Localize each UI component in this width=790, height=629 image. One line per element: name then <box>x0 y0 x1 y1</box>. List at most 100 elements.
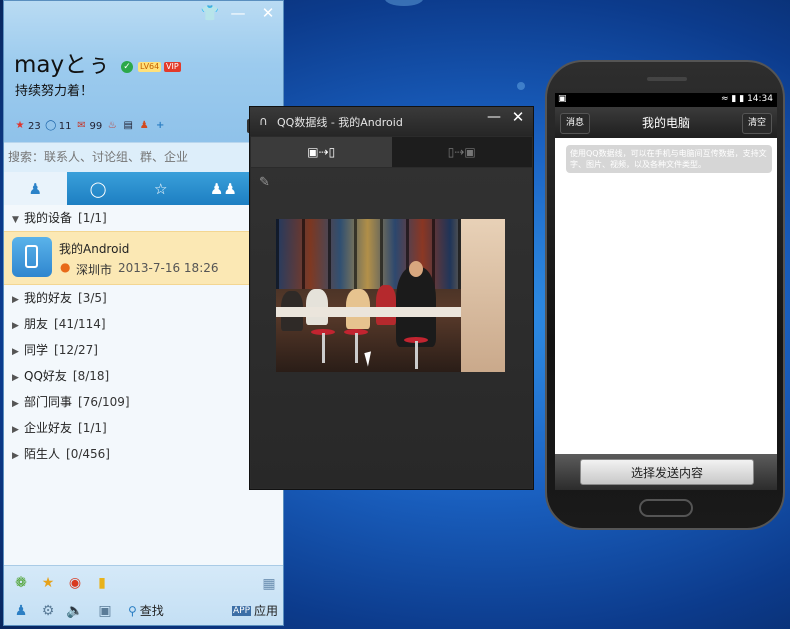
wifi-icon: ≈ <box>720 94 729 104</box>
phone-screen: ▣ ≈ ▮ ▮ 14:34 消息 我的电脑 清空 使用QQ数据线，可以在手机与电… <box>555 93 777 490</box>
dataline-window: ∩ QQ数据线 - 我的Android — ✕ ▣⇢▯ ▯⇢▣ ✎ <box>249 106 534 490</box>
message-manager-icon[interactable]: ▣ <box>96 602 114 620</box>
pc-to-phone-icon: ▣⇢▯ <box>307 145 336 159</box>
vip-badge[interactable]: VIP <box>164 62 181 72</box>
minimize-button[interactable]: — <box>224 3 252 23</box>
phone-to-pc-icon: ▯⇢▣ <box>447 145 476 159</box>
tab-contacts[interactable]: ♟ <box>4 172 67 205</box>
phone-bottom-bar: 选择发送内容 <box>555 454 777 490</box>
group-colleagues[interactable]: ▶ 部门同事 [76/109] <box>4 389 283 415</box>
device-time: 2013-7-16 18:26 <box>118 261 219 275</box>
phone-clear-button[interactable]: 清空 <box>741 113 772 134</box>
group-name: 我的好友 <box>24 291 73 305</box>
star-favorite-icon[interactable]: ★ <box>39 574 57 592</box>
group-qq-friends[interactable]: ▶ QQ好友 [8/18] <box>4 363 283 389</box>
signature[interactable]: 持续努力着！ <box>15 80 93 99</box>
chevron-right-icon: ▶ <box>12 399 19 409</box>
phone-info-message: 使用QQ数据线，可以在手机与电脑间互传数据，支持文字、图片、视频，以及各种文件类… <box>566 145 772 173</box>
group-my-devices[interactable]: ▼ 我的设备 [1/1] <box>4 205 283 231</box>
main-tabs: ♟ ◯ ☆ ♟♟ ● <box>4 172 283 205</box>
group-name: 陌生人 <box>24 447 61 461</box>
main-menu-icon[interactable]: ♟ <box>12 602 30 620</box>
minimize-button[interactable]: — <box>484 109 504 125</box>
choose-send-content-button[interactable]: 选择发送内容 <box>580 459 754 485</box>
close-button[interactable]: ✕ <box>508 108 528 126</box>
transferred-photo[interactable] <box>276 219 505 372</box>
chevron-right-icon: ▶ <box>12 373 19 383</box>
phone-speaker <box>647 77 687 81</box>
chevron-right-icon: ▶ <box>12 321 19 331</box>
group-name: QQ好友 <box>24 369 67 383</box>
battery-icon: ▮ <box>739 94 745 104</box>
group-name: 我的设备 <box>24 211 73 225</box>
group-name: 企业好友 <box>24 421 73 435</box>
find-label: 查找 <box>139 604 164 618</box>
group-my-friends[interactable]: ▶ 我的好友 [3/5] <box>4 285 283 311</box>
android-phone: ▣ ≈ ▮ ▮ 14:34 消息 我的电脑 清空 使用QQ数据线，可以在手机与电… <box>545 60 785 530</box>
group-friends[interactable]: ▶ 朋友 [41/114] <box>4 311 283 337</box>
tab-groups[interactable]: ♟♟ <box>192 172 255 205</box>
recent-tab-icon: ◯ <box>89 179 107 198</box>
person-icon[interactable]: ♟ <box>138 120 150 132</box>
mail-icon: ✉ <box>77 120 86 131</box>
dataline-titlebar[interactable]: ∩ QQ数据线 - 我的Android — ✕ <box>250 107 533 136</box>
contacts-tab-icon: ♟ <box>28 179 43 198</box>
plus-icon[interactable]: + <box>154 120 166 132</box>
device-item-android[interactable]: 我的Android ● 深圳市 2013-7-16 18:26 <box>4 231 283 285</box>
qzone-count: 23 <box>28 120 41 132</box>
app-manager-icon[interactable]: ❁ <box>12 574 30 592</box>
dataline-title: QQ数据线 - 我的Android <box>277 116 403 129</box>
tab-phone-to-pc[interactable]: ▯⇢▣ <box>391 137 532 167</box>
group-enterprise-friends[interactable]: ▶ 企业好友 [1/1] <box>4 415 283 441</box>
contact-list: ▼ 我的设备 [1/1] 我的Android ● 深圳市 2013-7-16 18:… <box>4 205 283 565</box>
tab-favorites[interactable]: ☆ <box>129 172 192 205</box>
bubble-icon: ◯ <box>45 120 57 131</box>
nickname[interactable]: mayとぅ <box>14 45 110 79</box>
group-classmates[interactable]: ▶ 同学 [12/27] <box>4 337 283 363</box>
bottom-toolbar: ❁ ★ ◉ ▮ ▦ ♟ ⚙ 🔈 ▣ ⚲ 查找 APP 应用 <box>4 565 283 625</box>
weibo-item[interactable]: ◯ 11 <box>45 120 71 132</box>
notes-icon[interactable]: ▮ <box>93 574 111 592</box>
phone-home-button[interactable] <box>639 499 693 517</box>
screenshot-notification-icon: ▣ <box>558 94 567 104</box>
group-count: [3/5] <box>78 291 107 305</box>
settings-gear-icon[interactable]: ⚙ <box>39 602 57 620</box>
mail-item[interactable]: ✉ 99 <box>75 120 102 132</box>
music-icon[interactable]: ◉ <box>66 574 84 592</box>
note-icon[interactable]: ▤ <box>122 120 134 132</box>
qzone-item[interactable]: ★ 23 <box>14 120 41 132</box>
group-name: 同学 <box>24 343 49 357</box>
desktop-glow <box>385 0 423 6</box>
device-location: 深圳市 <box>76 263 113 277</box>
group-count: [12/27] <box>54 343 98 357</box>
app-store-icon: APP <box>232 605 252 616</box>
dataline-content: ✎ <box>251 168 532 488</box>
level-badge: LV64 <box>138 62 162 72</box>
tab-pc-to-phone[interactable]: ▣⇢▯ <box>251 137 392 167</box>
dataline-logo-icon: ∩ <box>259 114 268 128</box>
find-button[interactable]: ⚲ 查找 <box>128 602 164 619</box>
chevron-down-icon: ▼ <box>12 215 19 225</box>
close-button[interactable]: ✕ <box>254 3 282 23</box>
tab-recent[interactable]: ◯ <box>67 172 130 205</box>
group-strangers[interactable]: ▶ 陌生人 [0/456] <box>4 441 283 467</box>
phone-status-bar: ▣ ≈ ▮ ▮ 14:34 <box>555 93 777 107</box>
signal-icon: ▮ <box>731 94 737 104</box>
edit-icon[interactable]: ✎ <box>259 175 273 190</box>
online-status-icon[interactable]: ✓ <box>121 61 133 73</box>
group-name: 朋友 <box>24 317 49 331</box>
group-count: [41/114] <box>54 317 106 331</box>
chevron-right-icon: ▶ <box>12 347 19 357</box>
desktop-glow <box>517 82 525 90</box>
volume-icon[interactable]: 🔈 <box>66 602 84 620</box>
grid-apps-icon[interactable]: ▦ <box>260 575 278 593</box>
transfer-mode-tabs: ▣⇢▯ ▯⇢▣ <box>251 137 532 167</box>
group-count: [1/1] <box>78 421 107 435</box>
device-name: 我的Android <box>59 242 130 256</box>
gift-icon[interactable]: ♨ <box>106 120 118 132</box>
mail-count: 99 <box>89 120 103 132</box>
apps-button[interactable]: APP 应用 <box>232 602 278 619</box>
star-tab-icon: ☆ <box>154 179 168 198</box>
search-input[interactable] <box>8 147 278 167</box>
skin-icon[interactable]: 👕 <box>196 3 224 23</box>
